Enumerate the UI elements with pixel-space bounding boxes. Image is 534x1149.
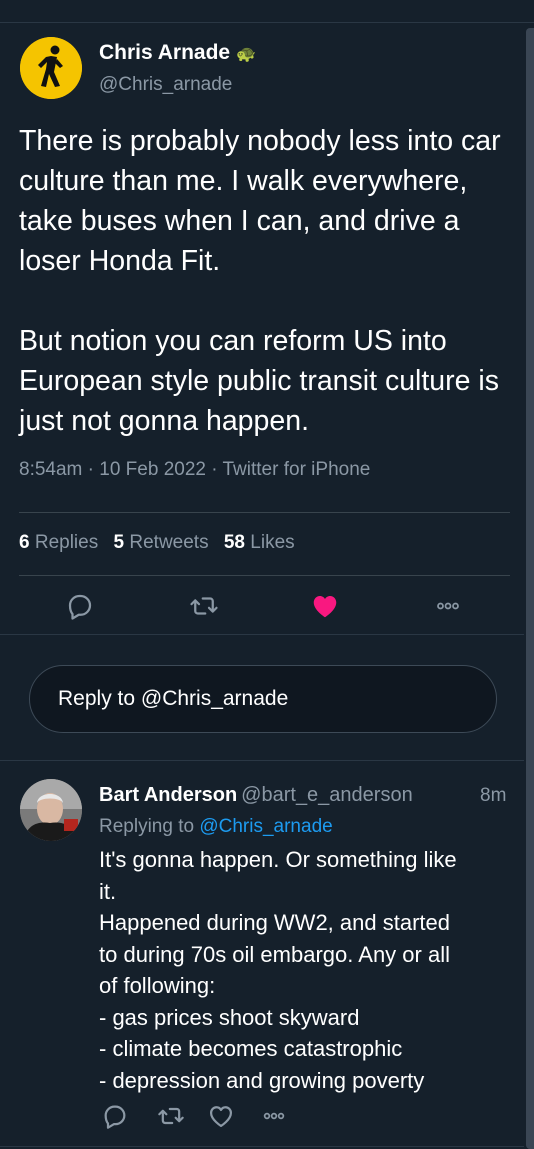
tweet-actions bbox=[0, 586, 524, 626]
like-button[interactable] bbox=[305, 586, 345, 626]
avatar-photo bbox=[20, 779, 82, 841]
top-bar bbox=[0, 0, 534, 23]
author-name[interactable]: Chris Arnade 🐢 bbox=[99, 41, 256, 65]
text-line: - gas prices shoot skyward bbox=[99, 1004, 360, 1030]
reply-input-label: Reply to @Chris_arnade bbox=[58, 687, 289, 710]
text-line: It's gonna happen. Or something like bbox=[99, 847, 457, 872]
retweets-stat[interactable]: 5 Retweets bbox=[114, 532, 209, 553]
text-line: - climate becomes catastrophic bbox=[99, 1036, 403, 1061]
text-line: of following: bbox=[99, 973, 216, 998]
reply-icon bbox=[68, 594, 92, 620]
avatar[interactable] bbox=[20, 37, 82, 99]
more-button[interactable] bbox=[254, 1096, 294, 1136]
text-line: Happened during WW2, and started bbox=[99, 910, 450, 935]
reply-button[interactable] bbox=[60, 586, 100, 626]
like-icon bbox=[209, 1106, 233, 1128]
retweet-button[interactable] bbox=[184, 586, 224, 626]
avatar[interactable] bbox=[20, 779, 82, 841]
text-line: it. bbox=[99, 878, 117, 904]
like-icon bbox=[313, 596, 337, 618]
more-icon bbox=[263, 1112, 285, 1120]
retweet-icon bbox=[158, 1107, 184, 1125]
author-name: Bart Anderson bbox=[99, 784, 238, 806]
tweet-paragraph: But notion you can reform US into Europe… bbox=[19, 325, 499, 437]
reply-input[interactable]: Reply to @Chris_arnade bbox=[29, 665, 497, 733]
author-handle[interactable]: @Chris_arnade bbox=[99, 74, 232, 96]
tweet-meta[interactable]: 8:54am · 10 Feb 2022 · Twitter for iPhon… bbox=[19, 459, 370, 481]
tweet-detail-screen: Chris Arnade 🐢 @Chris_arnade There is pro… bbox=[0, 0, 534, 1149]
tweet-text: There is probably nobody less into car c… bbox=[19, 121, 519, 441]
text-line: - depression and growing poverty bbox=[99, 1067, 425, 1093]
reply-text: It's gonna happen. Or something like it.… bbox=[99, 844, 509, 1096]
mention-link[interactable]: @Chris_arnade bbox=[199, 816, 332, 837]
replies-stat[interactable]: 6 Replies bbox=[19, 532, 98, 553]
reply-button[interactable] bbox=[95, 1096, 135, 1136]
reply-icon bbox=[104, 1105, 126, 1129]
turtle-emoji-icon: 🐢 bbox=[236, 46, 257, 63]
text-line: to during 70s oil embargo. Any or all bbox=[99, 941, 450, 967]
section-divider bbox=[0, 634, 524, 635]
timestamp: 8m bbox=[480, 785, 507, 806]
divider bbox=[19, 512, 510, 513]
retweet-icon bbox=[190, 597, 218, 615]
reply-actions bbox=[0, 1094, 524, 1138]
divider bbox=[19, 575, 510, 576]
bottom-divider bbox=[0, 1146, 524, 1147]
replying-to: Replying to @Chris_arnade bbox=[99, 816, 333, 837]
author-handle: @bart_e_anderson bbox=[241, 784, 413, 806]
retweet-button[interactable] bbox=[151, 1096, 191, 1136]
tweet-paragraph: There is probably nobody less into car c… bbox=[19, 125, 501, 277]
reply-author[interactable]: Bart Anderson @bart_e_anderson bbox=[99, 784, 413, 807]
section-divider bbox=[0, 760, 524, 761]
like-button[interactable] bbox=[201, 1096, 241, 1136]
tweet-stats: 6 Replies 5 Retweets 58 Likes bbox=[19, 532, 295, 554]
likes-stat[interactable]: 58 Likes bbox=[224, 532, 295, 553]
pedestrian-icon bbox=[20, 37, 82, 99]
more-icon bbox=[437, 602, 459, 610]
more-button[interactable] bbox=[428, 586, 468, 626]
scrollbar[interactable] bbox=[526, 28, 534, 1149]
